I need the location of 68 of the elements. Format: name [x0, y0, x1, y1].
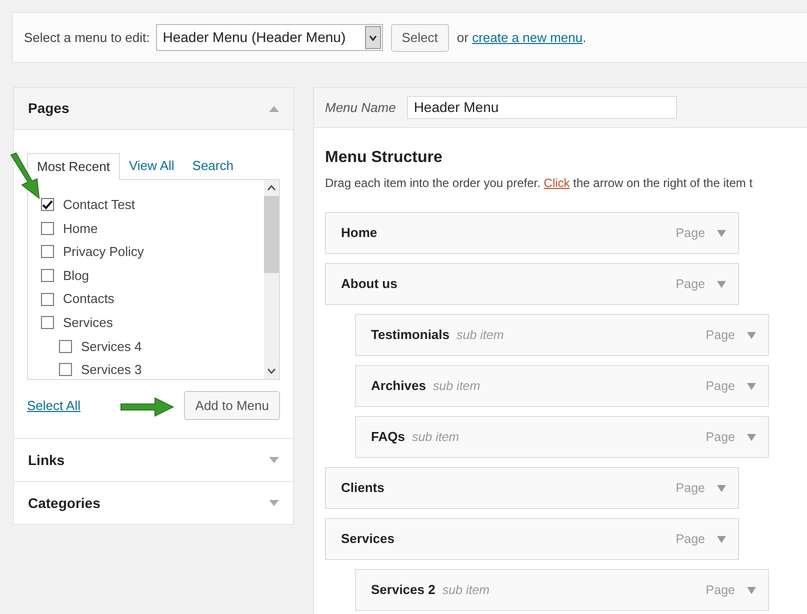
checkbox[interactable]	[59, 340, 72, 353]
arrow-icon	[119, 396, 175, 418]
menu-item[interactable]: Home Page	[325, 212, 739, 254]
page-label: Blog	[63, 266, 90, 285]
instructions-text: Drag each item into the order you prefer. Click the arrow on the right of the item t	[325, 175, 753, 192]
page-label: Contact Test	[63, 196, 136, 214]
page-label: Privacy Policy	[63, 243, 144, 262]
item-type: Page	[706, 378, 735, 395]
expand-icon[interactable]	[717, 484, 726, 492]
caret-icon	[368, 34, 377, 40]
page-label: Home	[63, 220, 98, 238]
expand-icon	[269, 457, 279, 463]
menu-item[interactable]: Clients Page	[325, 467, 739, 509]
page-label: Services	[63, 314, 113, 332]
expand-icon[interactable]	[747, 434, 756, 440]
sub-item-note: sub item	[442, 582, 490, 599]
menu-dropdown[interactable]: Header Menu (Header Menu)	[156, 24, 383, 51]
panel-tab[interactable]: Search	[183, 152, 242, 179]
panel-tab[interactable]: Most Recent	[27, 153, 120, 180]
click-link[interactable]: Click	[544, 176, 570, 190]
select-all-link[interactable]: Select All	[27, 396, 80, 416]
section-title: Menu Structure	[325, 148, 444, 168]
item-type: Page	[676, 224, 705, 242]
expand-icon[interactable]	[717, 230, 726, 236]
menu-item[interactable]: Archives sub item Page	[355, 365, 769, 407]
item-type: Page	[676, 276, 705, 293]
item-type: Page	[706, 582, 735, 599]
add-to-menu-button[interactable]: Add to Menu	[184, 391, 280, 420]
menu-select-label: Select a menu to edit:	[24, 28, 150, 47]
checkbox[interactable]	[41, 292, 54, 306]
sub-item-note: sub item	[456, 326, 504, 344]
expand-icon[interactable]	[717, 280, 726, 288]
panel-tab[interactable]: View All	[120, 152, 184, 179]
section-header[interactable]: Categories	[14, 482, 293, 524]
checkbox[interactable]	[41, 198, 54, 212]
checkbox[interactable]	[41, 316, 54, 330]
collapse-icon	[269, 106, 279, 112]
item-type: Page	[706, 326, 735, 344]
menu-item[interactable]: About us Page	[325, 263, 739, 305]
sub-item-note: sub item	[432, 378, 480, 395]
item-type: Page	[676, 480, 705, 497]
item-type: Page	[676, 530, 705, 548]
menu-item[interactable]: Services 2 sub item Page	[355, 569, 769, 611]
checkbox[interactable]	[41, 222, 54, 235]
checkbox[interactable]	[41, 269, 54, 282]
menu-item[interactable]: Services Page	[325, 518, 739, 560]
select-button[interactable]: Select	[390, 24, 449, 52]
page-label: Contacts	[63, 290, 114, 308]
scrollbar[interactable]	[264, 180, 279, 379]
menu-name-field[interactable]: Header Menu	[406, 96, 677, 119]
expand-icon	[269, 500, 279, 506]
section-header[interactable]: Links	[14, 439, 293, 481]
expand-icon[interactable]	[747, 332, 756, 338]
item-type: Page	[706, 428, 735, 446]
menu-name-label: Menu Name	[325, 98, 396, 117]
menu-item[interactable]: FAQs sub item Page	[355, 416, 769, 458]
checkbox[interactable]	[41, 245, 54, 258]
page-label: Services 4	[81, 338, 142, 356]
page-label: Services 3	[81, 361, 142, 379]
section-header[interactable]: Pages	[14, 88, 293, 130]
sub-item-note: sub item	[412, 428, 460, 446]
menu-item[interactable]: Testimonials sub item Page	[355, 314, 769, 356]
expand-icon[interactable]	[747, 586, 756, 594]
create-menu-link[interactable]: create a new menu	[472, 30, 583, 45]
link-sentence: or create a new menu.	[456, 28, 586, 47]
checkbox[interactable]	[59, 363, 72, 376]
expand-icon[interactable]	[717, 536, 726, 542]
expand-icon[interactable]	[747, 382, 756, 390]
